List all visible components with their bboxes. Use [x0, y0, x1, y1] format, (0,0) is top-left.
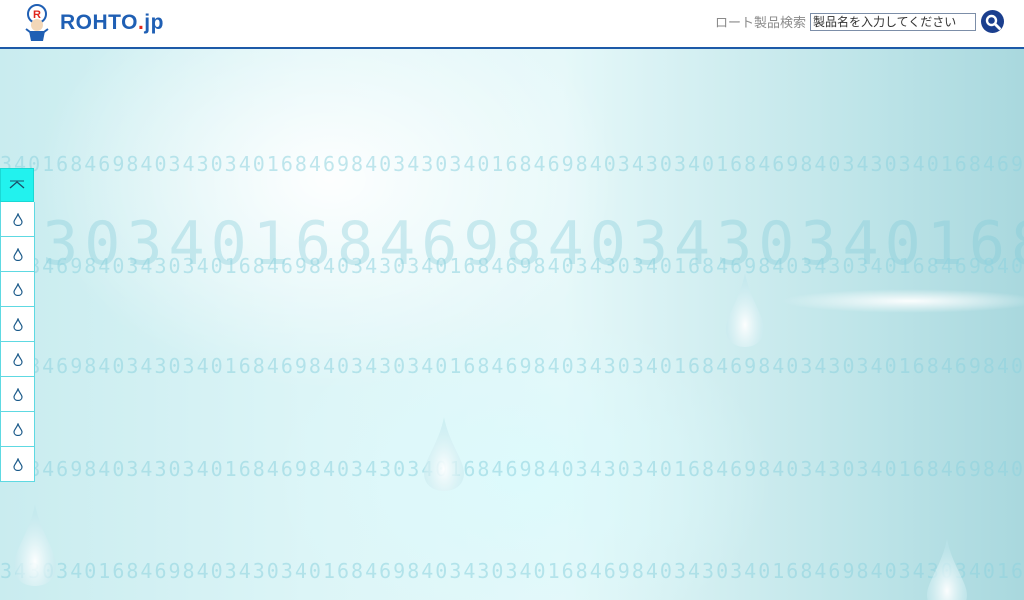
nav-item-4[interactable]: [0, 307, 35, 342]
nav-item-3[interactable]: [0, 272, 35, 307]
search-input[interactable]: [810, 12, 976, 31]
logo-wordmark: ROHTO.jp: [60, 11, 164, 35]
water-drop-icon: [726, 273, 764, 347]
nav-item-5[interactable]: [0, 342, 35, 377]
digit-row: 1684698403430340168469840343034016846984…: [0, 254, 1024, 278]
chevron-up-icon: [9, 180, 25, 189]
nav-item-1[interactable]: [0, 202, 35, 237]
nav-item-8[interactable]: [0, 447, 35, 482]
droplet-icon: [12, 422, 23, 436]
search-label: ロート製品検索: [714, 16, 806, 31]
product-search: ロート製品検索: [715, 10, 1004, 33]
search-button[interactable]: [981, 10, 1004, 33]
droplet-icon: [12, 387, 23, 401]
hero-stage: 3401684698403430340168469840343034016846…: [0, 49, 1024, 600]
digit-row: 1684698403430340168469840343034016846984…: [0, 457, 1024, 481]
digit-row: 3401684698403430340168469840343034016846…: [0, 152, 1024, 176]
search-icon: [985, 14, 1001, 30]
nav-item-7[interactable]: [0, 412, 35, 447]
digit-row: 1684698403430340168469840343034016846984…: [0, 354, 1024, 378]
water-drop-icon: [14, 504, 56, 586]
digit-row: 3430340168469840343034016846984034303401…: [0, 559, 1024, 583]
nav-top-button[interactable]: [0, 168, 34, 202]
water-drop-icon: [424, 417, 464, 491]
droplet-icon: [12, 247, 23, 261]
water-drop-icon: [927, 539, 967, 600]
droplet-icon: [12, 457, 23, 471]
rohto-logo[interactable]: R ROHTO.jp: [20, 3, 164, 43]
droplet-icon: [12, 212, 23, 226]
site-header: R ROHTO.jp ロート製品検索: [0, 0, 1024, 49]
nav-item-2[interactable]: [0, 237, 35, 272]
droplet-icon: [12, 282, 23, 296]
light-flare: [780, 289, 1024, 313]
droplet-icon: [12, 317, 23, 331]
logo-brand: ROHTO: [60, 11, 138, 34]
side-navigation: [0, 168, 35, 482]
mascot-icon: R: [25, 4, 49, 41]
nav-item-6[interactable]: [0, 377, 35, 412]
logo-suffix: jp: [144, 11, 164, 34]
droplet-icon: [12, 352, 23, 366]
